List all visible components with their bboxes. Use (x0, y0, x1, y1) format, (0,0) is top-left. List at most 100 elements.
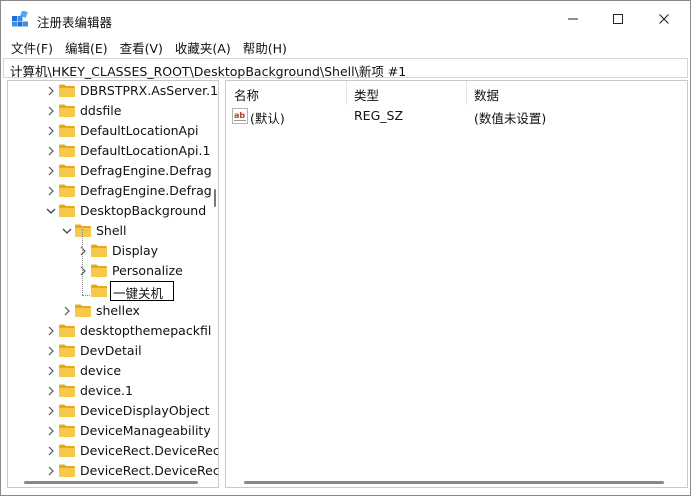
tree-item[interactable]: DeviceRect.DeviceRec (8, 461, 218, 481)
chevron-right-icon[interactable] (46, 125, 56, 137)
tree-item[interactable]: DeviceManageability (8, 421, 211, 441)
tree-item[interactable]: shellex (8, 301, 208, 321)
tree-item-label: Personalize (112, 263, 183, 278)
menu-file[interactable]: 文件(F) (5, 37, 59, 57)
address-bar[interactable]: 计算机\HKEY_CLASSES_ROOT\DesktopBackground\… (3, 58, 688, 79)
folder-icon (58, 423, 76, 438)
chevron-right-icon[interactable] (46, 185, 56, 197)
close-button[interactable] (641, 1, 687, 37)
column-header-type[interactable]: 类型 (346, 81, 466, 105)
tree-item[interactable]: 一键关机 (8, 281, 208, 301)
maximize-icon (613, 14, 623, 24)
close-icon (659, 14, 669, 24)
title-bar[interactable]: 注册表编辑器 (1, 1, 690, 37)
tree-item-label: DeviceManageability (80, 423, 211, 438)
tree-item-label: shellex (96, 303, 140, 318)
tree-item[interactable]: DefragEngine.Defrag (8, 181, 212, 201)
address-path: 计算机\HKEY_CLASSES_ROOT\DesktopBackground\… (10, 64, 407, 79)
tree-item[interactable]: Shell (8, 221, 208, 241)
chevron-right-icon[interactable] (46, 465, 56, 477)
folder-icon (90, 283, 108, 298)
chevron-right-icon[interactable] (46, 425, 56, 437)
tree-item-label: DeviceRect.DeviceRec (80, 443, 219, 458)
chevron-right-icon[interactable] (46, 325, 56, 337)
tree-item[interactable]: DefaultLocationApi.1 (8, 141, 211, 161)
regedit-app-icon (12, 11, 28, 27)
tree-item[interactable]: DevDetail (8, 341, 208, 361)
tree-horizontal-scrollbar[interactable] (24, 481, 198, 484)
tree-item[interactable]: ddsfile (8, 101, 208, 121)
key-tree-pane[interactable]: DBRSTPRX.AsServer.1 ddsfile DefaultLocatio… (7, 80, 219, 488)
folder-icon (58, 343, 76, 358)
regedit-window: 注册表编辑器 文件(F) 编辑(E) 查看(V) 收藏夹(A) 帮助(H) 计算… (0, 0, 691, 496)
value-type: REG_SZ (354, 108, 404, 123)
tree-item-label: DesktopBackground (80, 203, 207, 218)
tree-item-label: DeviceDisplayObject (80, 403, 210, 418)
value-row[interactable]: ab (默认) REG_SZ (数值未设置) (226, 105, 687, 127)
tree-item[interactable]: Personalize (8, 261, 208, 281)
tree-item[interactable]: DeviceRect.DeviceRec (8, 441, 218, 461)
tree-item-label: ddsfile (80, 103, 122, 118)
tree-item[interactable]: device (8, 361, 208, 381)
chevron-right-icon[interactable] (46, 105, 56, 117)
value-data: (数值未设置) (474, 111, 547, 126)
chevron-right-icon[interactable] (62, 305, 72, 317)
chevron-right-icon[interactable] (46, 445, 56, 457)
folder-icon (58, 83, 76, 98)
tree-item-label: DBRSTPRX.AsServer.1 (80, 83, 219, 98)
menu-help[interactable]: 帮助(H) (237, 37, 293, 57)
tree-vertical-scrollbar[interactable] (211, 81, 218, 487)
column-header-name[interactable]: 名称 (226, 81, 346, 105)
tree-item-label: DeviceRect.DeviceRec (80, 463, 219, 478)
folder-icon (58, 123, 76, 138)
chevron-right-icon[interactable] (46, 345, 56, 357)
chevron-right-icon[interactable] (46, 165, 56, 177)
chevron-down-icon[interactable] (46, 205, 56, 217)
list-horizontal-scrollbar[interactable] (244, 481, 664, 484)
column-header-data[interactable]: 数据 (466, 81, 686, 105)
tree-item-label: DefaultLocationApi.1 (80, 143, 211, 158)
values-list-pane[interactable]: 名称 类型 数据 ab (默认) REG_SZ (数值未设置) (225, 80, 688, 488)
menu-favorites[interactable]: 收藏夹(A) (169, 37, 237, 57)
folder-icon (74, 223, 92, 238)
chevron-right-icon[interactable] (46, 385, 56, 397)
chevron-right-icon[interactable] (46, 365, 56, 377)
chevron-right-icon[interactable] (46, 145, 56, 157)
chevron-right-icon[interactable] (78, 265, 88, 277)
tree-item[interactable]: DeviceDisplayObject (8, 401, 210, 421)
folder-icon (58, 383, 76, 398)
folder-icon (58, 403, 76, 418)
menu-bar: 文件(F) 编辑(E) 查看(V) 收藏夹(A) 帮助(H) (1, 37, 690, 57)
menu-view[interactable]: 查看(V) (114, 37, 169, 57)
tree-item[interactable]: DBRSTPRX.AsServer.1 (8, 81, 218, 101)
tree-item-label: DefragEngine.Defrag (80, 163, 212, 178)
tree-scroll-thumb[interactable] (214, 189, 216, 207)
tree-item-label: DefragEngine.Defrag (80, 183, 212, 198)
folder-icon (58, 443, 76, 458)
tree-item[interactable]: Display (8, 241, 208, 261)
tree-item-label: device (80, 363, 122, 378)
tree-item-label: desktopthemepackfil (80, 323, 212, 338)
tree-item[interactable]: desktopthemepackfil (8, 321, 212, 341)
tree-item-label: DevDetail (80, 343, 142, 358)
tree-item[interactable]: device.1 (8, 381, 208, 401)
folder-icon (58, 323, 76, 338)
chevron-right-icon[interactable] (46, 85, 56, 97)
folder-icon (90, 243, 108, 258)
folder-icon (58, 143, 76, 158)
folder-icon (90, 263, 108, 278)
menu-edit[interactable]: 编辑(E) (59, 37, 114, 57)
value-name: (默认) (250, 111, 285, 126)
tree-item[interactable]: DefragEngine.Defrag (8, 161, 212, 181)
tree-item-label: DefaultLocationApi (80, 123, 199, 138)
maximize-button[interactable] (595, 1, 641, 37)
tree-item-label: Shell (96, 223, 127, 238)
chevron-down-icon[interactable] (62, 225, 72, 237)
chevron-right-icon[interactable] (46, 405, 56, 417)
svg-text:ab: ab (234, 111, 245, 120)
minimize-button[interactable] (550, 1, 596, 37)
chevron-right-icon[interactable] (78, 245, 88, 257)
tree-item[interactable]: DefaultLocationApi (8, 121, 208, 141)
rename-input[interactable]: 一键关机 (110, 281, 174, 301)
tree-item[interactable]: DesktopBackground (8, 201, 208, 221)
